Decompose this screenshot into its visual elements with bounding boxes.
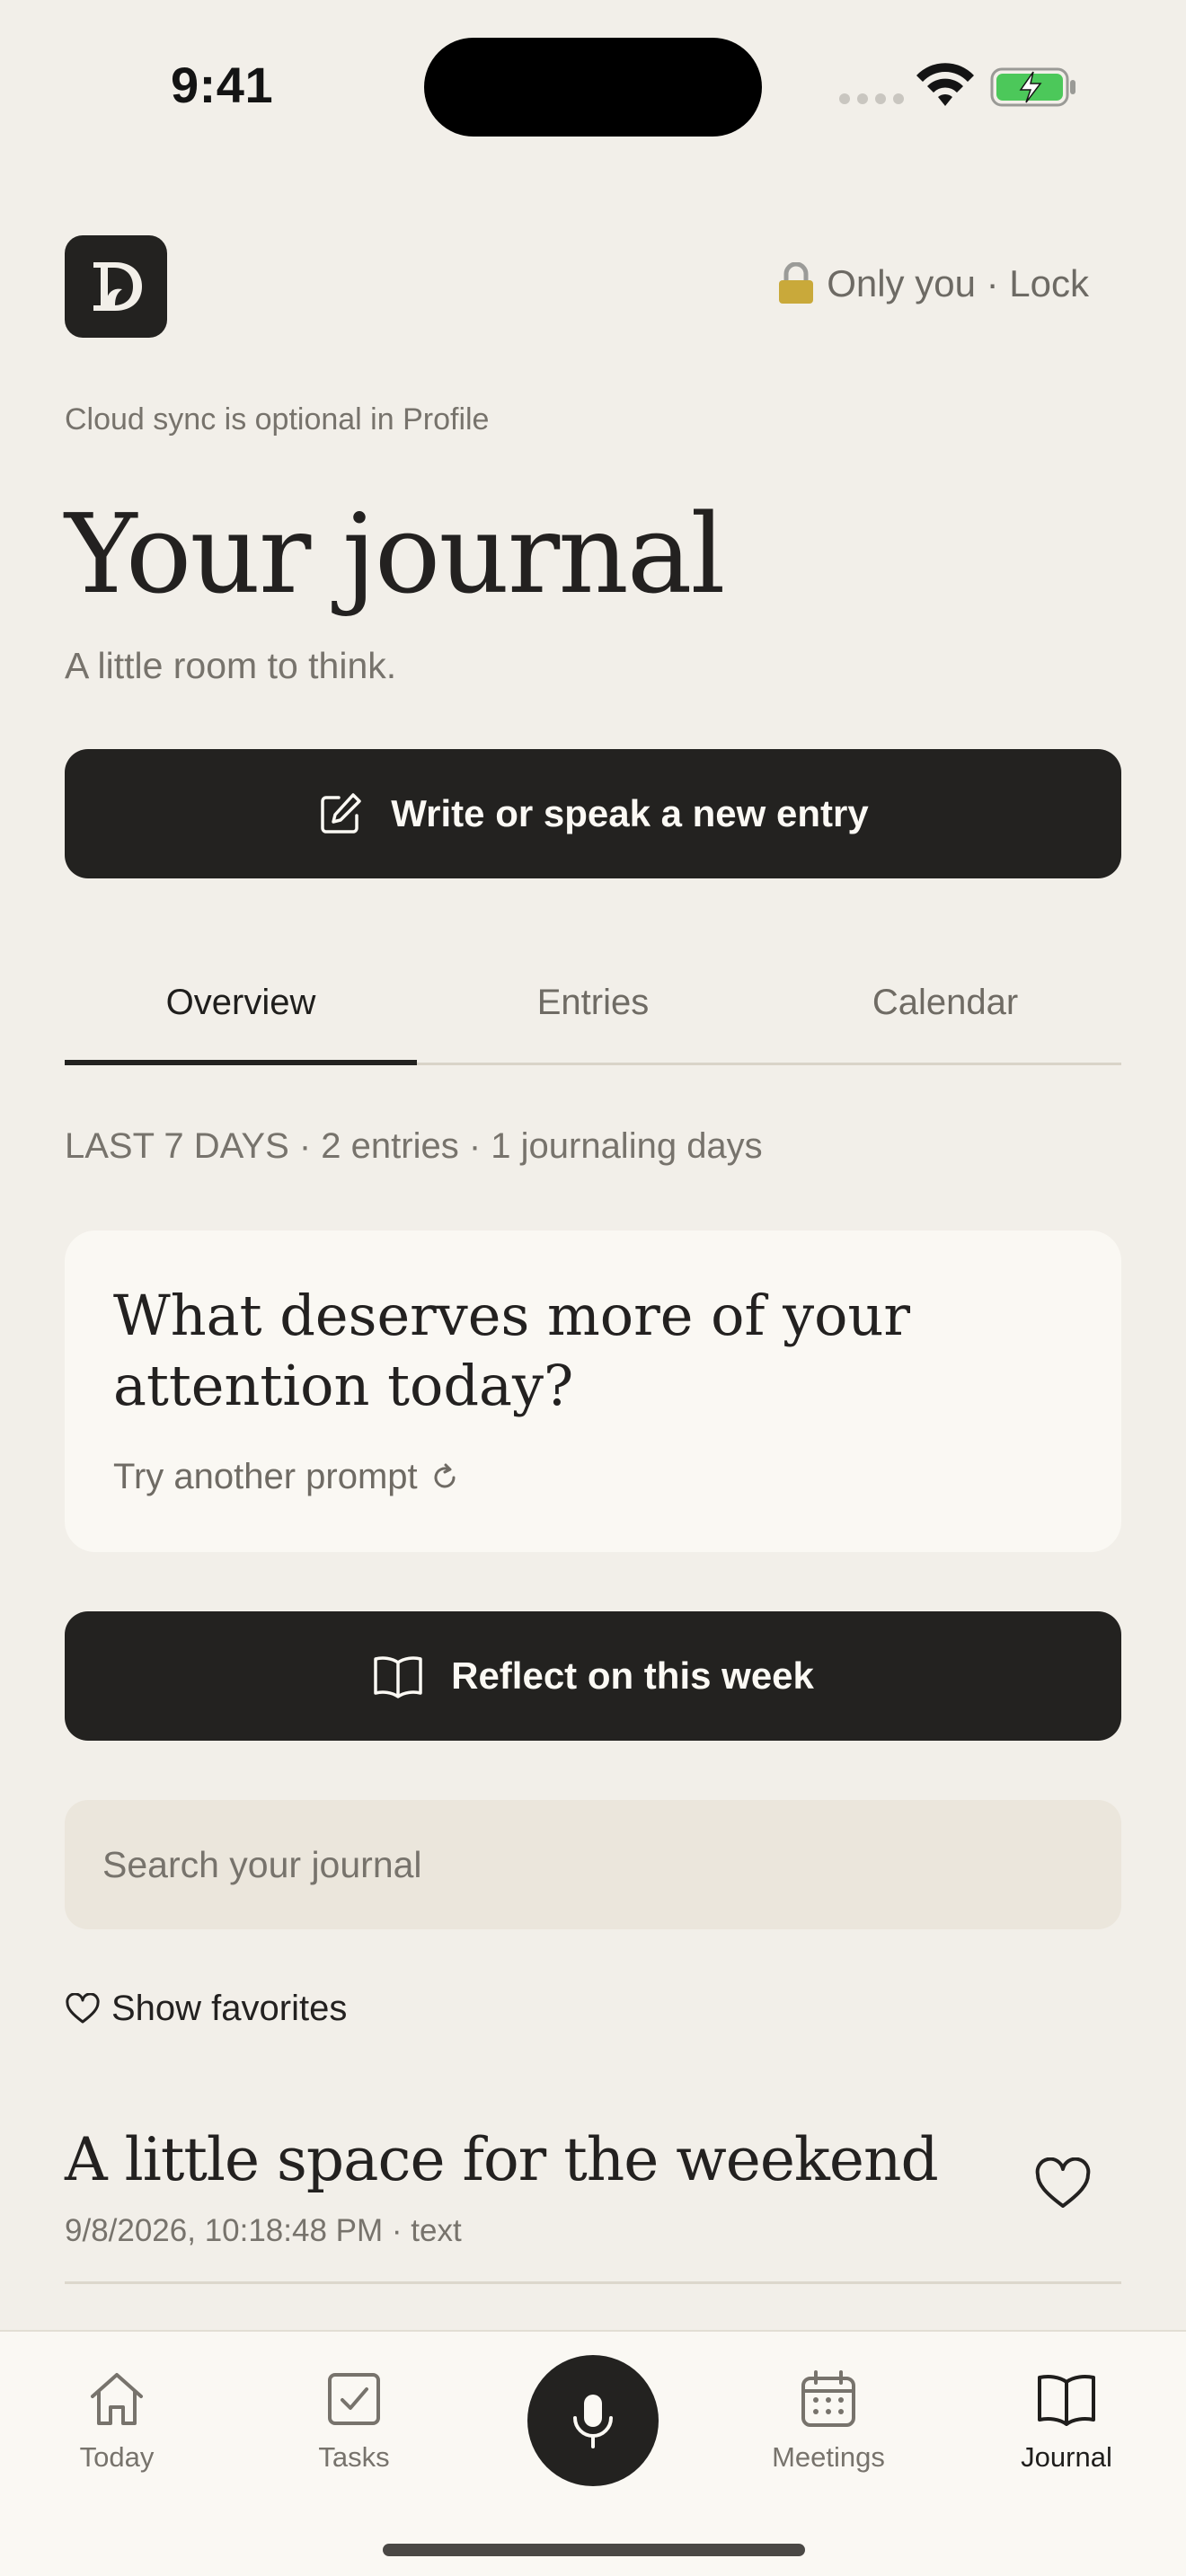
journal-tabs: Overview Entries Calendar xyxy=(65,943,1121,1065)
voice-record-button[interactable] xyxy=(527,2355,659,2486)
page-subtitle: A little room to think. xyxy=(65,645,397,686)
prompt-card: What deserves more of your attention tod… xyxy=(65,1231,1121,1552)
new-entry-button[interactable]: Write or speak a new entry xyxy=(65,749,1121,878)
tabbar-journal-label: Journal xyxy=(1021,2441,1112,2473)
reflect-week-button[interactable]: Reflect on this week xyxy=(65,1611,1121,1741)
battery-charging-icon xyxy=(990,67,1075,107)
tabbar-journal[interactable]: Journal xyxy=(977,2368,1156,2474)
prompt-text: What deserves more of your attention tod… xyxy=(113,1283,911,1418)
calendar-icon xyxy=(801,2370,855,2427)
entry-divider xyxy=(65,2281,1121,2284)
try-another-prompt-button[interactable]: Try another prompt xyxy=(113,1457,461,1497)
tab-calendar[interactable]: Calendar xyxy=(769,943,1121,1063)
signal-dots-icon xyxy=(839,93,904,104)
compose-icon xyxy=(321,793,362,834)
new-entry-label: Write or speak a new entry xyxy=(391,792,869,834)
mic-icon xyxy=(573,2395,613,2448)
dynamic-island xyxy=(424,38,762,137)
privacy-label: Only you · Lock xyxy=(827,262,1089,304)
tab-overview[interactable]: Overview xyxy=(65,943,417,1065)
refresh-icon xyxy=(434,1463,456,1487)
heart-icon xyxy=(66,1992,100,2023)
book-icon xyxy=(1038,2375,1095,2426)
tabbar-today[interactable]: Today xyxy=(27,2368,207,2474)
home-indicator xyxy=(383,2544,805,2556)
entry-title[interactable]: A little space for the weekend xyxy=(65,2125,939,2194)
try-another-prompt-label: Try another prompt xyxy=(113,1457,418,1496)
wifi-icon xyxy=(916,63,974,106)
weekly-stats: LAST 7 DAYS · 2 entries · 1 journaling d… xyxy=(65,1126,763,1166)
privacy-lock-button[interactable]: Only you · Lock xyxy=(776,262,1089,305)
favorite-heart-icon[interactable] xyxy=(1033,2157,1093,2211)
tabbar-meetings-label: Meetings xyxy=(772,2441,885,2473)
search-input[interactable] xyxy=(65,1800,1121,1929)
show-favorites-label: Show favorites xyxy=(111,1989,348,2028)
entry-meta: 9/8/2026, 10:18:48 PM · text xyxy=(65,2213,462,2248)
bottom-tab-bar: Today Tasks Meetings Journal xyxy=(0,2330,1186,2576)
book-icon xyxy=(374,1656,422,1698)
home-icon xyxy=(91,2373,143,2425)
tabbar-tasks[interactable]: Tasks xyxy=(264,2368,444,2474)
status-time: 9:41 xyxy=(171,57,274,113)
app-logo xyxy=(65,235,167,338)
reflect-week-label: Reflect on this week xyxy=(451,1654,814,1697)
show-favorites-toggle[interactable]: Show favorites xyxy=(65,1989,347,2029)
tabbar-meetings[interactable]: Meetings xyxy=(739,2368,918,2474)
logo-icon xyxy=(93,262,142,311)
sync-note: Cloud sync is optional in Profile xyxy=(65,402,490,437)
checkbox-icon xyxy=(328,2373,380,2425)
tabbar-tasks-label: Tasks xyxy=(318,2441,390,2473)
lock-icon xyxy=(779,262,814,304)
tabbar-today-label: Today xyxy=(79,2441,155,2473)
page-title: Your journal xyxy=(65,490,726,618)
tab-entries[interactable]: Entries xyxy=(417,943,769,1063)
